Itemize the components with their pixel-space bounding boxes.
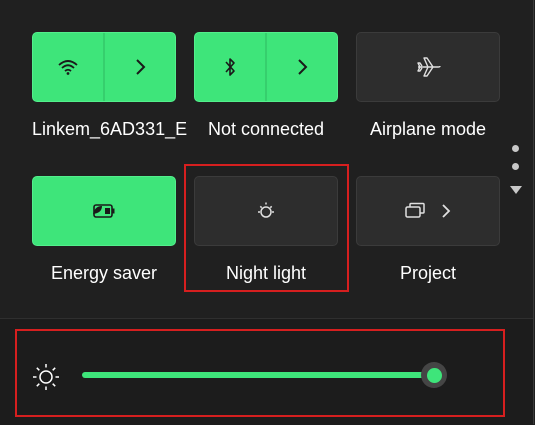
wifi-tile	[32, 32, 176, 102]
wifi-expand-button[interactable]	[105, 33, 175, 101]
energy-saver-label: Energy saver	[50, 263, 158, 283]
wifi-toggle-button[interactable]	[33, 33, 103, 101]
page-indicator-dot[interactable]	[512, 145, 519, 152]
airplane-mode-button[interactable]	[356, 32, 500, 102]
bluetooth-toggle-button[interactable]	[195, 33, 265, 101]
bluetooth-tile	[194, 32, 338, 102]
brightness-highlight	[15, 329, 505, 417]
project-label: Project	[399, 263, 457, 283]
chevron-right-icon	[442, 204, 451, 218]
bluetooth-expand-button[interactable]	[267, 33, 337, 101]
project-button[interactable]	[356, 176, 500, 246]
wifi-icon	[58, 60, 78, 75]
energy-saver-icon	[93, 204, 115, 218]
wifi-tile-label: Linkem_6AD331_E	[32, 119, 188, 139]
page-indicator-dot[interactable]	[512, 163, 519, 170]
airplane-icon	[417, 57, 441, 77]
project-icon	[405, 202, 425, 218]
night-light-highlight	[184, 164, 349, 292]
chevron-right-icon	[136, 59, 146, 75]
quick-settings-panel: Linkem_6AD331_E Not connected Airplane m…	[0, 0, 534, 425]
chevron-right-icon	[298, 59, 308, 75]
airplane-mode-label: Airplane mode	[369, 119, 487, 139]
bluetooth-icon	[225, 58, 235, 76]
bluetooth-tile-label: Not connected	[207, 119, 325, 139]
energy-saver-button[interactable]	[32, 176, 176, 246]
caret-down-icon[interactable]	[509, 185, 523, 195]
